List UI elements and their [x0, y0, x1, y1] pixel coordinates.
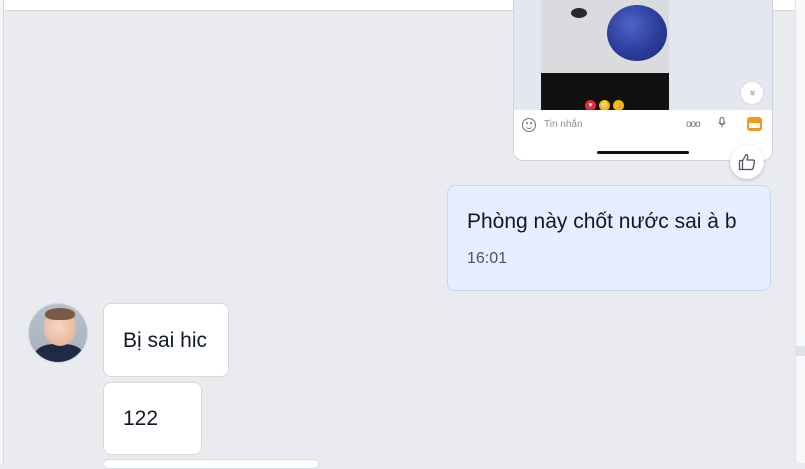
like-reaction-icon: 👍	[613, 100, 624, 110]
screenshot-input-placeholder: Tin nhắn	[544, 119, 583, 130]
smiley-icon	[522, 118, 536, 132]
screenshot-image-message[interactable]: ♥ 😆 👍 ➦ » Tin nhắn ooo	[513, 0, 773, 161]
image-icon	[747, 117, 762, 131]
microphone-icon	[718, 117, 726, 128]
more-options-icon: ooo	[686, 119, 701, 130]
blue-cup-image	[607, 5, 667, 61]
thumbs-up-icon	[738, 153, 756, 171]
shared-video-thumbnail: ♥ 😆 👍 ➦	[541, 0, 669, 110]
message-text: 122	[123, 407, 159, 430]
avatar-body	[35, 344, 83, 362]
message-text: Bị sai hic	[123, 329, 208, 352]
avatar-hair	[45, 308, 75, 320]
like-reaction-button[interactable]	[730, 145, 764, 179]
message-text: Phòng này chốt nước sai à b	[467, 210, 737, 233]
window-left-edge	[0, 0, 4, 463]
screenshot-input-bar: Tin nhắn ooo	[514, 110, 772, 142]
laugh-reaction-icon: 😆	[599, 100, 610, 110]
video-object	[571, 8, 587, 18]
video-scene	[541, 0, 669, 73]
scroll-down-icon: »	[740, 81, 764, 105]
message-timestamp: 16:01	[467, 250, 508, 267]
sent-message-bubble[interactable]: Phòng này chốt nước sai à b 16:01	[447, 185, 771, 291]
home-indicator	[597, 151, 689, 154]
chat-scrollbar[interactable]	[795, 0, 805, 463]
scrollbar-thumb[interactable]	[796, 346, 805, 356]
screenshot-photo-area: ♥ 😆 👍 ➦ »	[514, 0, 772, 110]
received-message-bubble[interactable]: 122	[103, 382, 202, 455]
received-message-bubble[interactable]: Bị sai hic	[103, 303, 229, 377]
received-message-bubble-partial[interactable]	[103, 459, 319, 469]
sender-avatar[interactable]	[28, 303, 88, 363]
video-reactions: ♥ 😆 👍	[585, 100, 624, 110]
heart-reaction-icon: ♥	[585, 100, 596, 110]
